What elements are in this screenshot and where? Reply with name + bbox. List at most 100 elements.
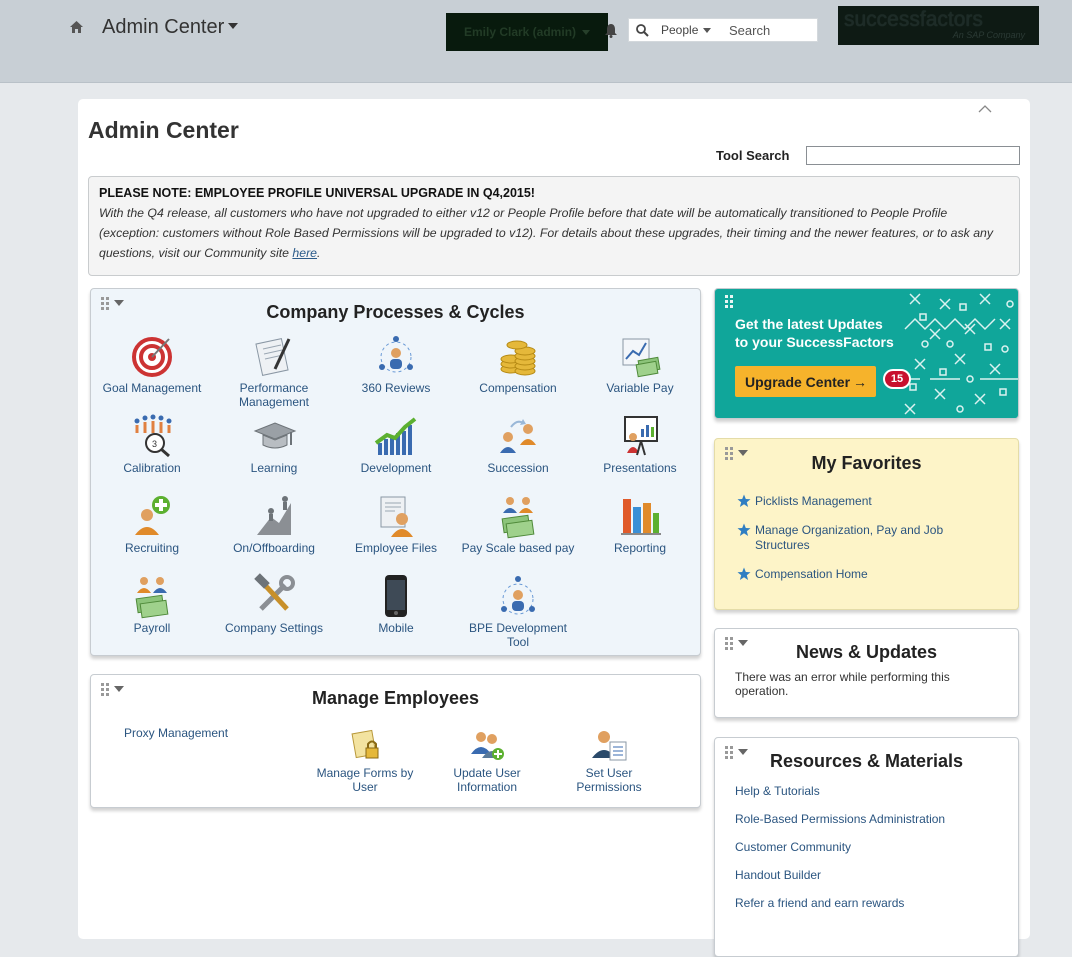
bpe-development-tool-item[interactable]: BPE Development Tool <box>457 573 579 649</box>
graduation-cap-icon <box>253 422 297 449</box>
bell-icon[interactable] <box>604 23 618 38</box>
compensation-item[interactable]: Compensation <box>457 333 579 395</box>
tool-search-label: Tool Search <box>716 148 790 163</box>
succession-item[interactable]: Succession <box>457 413 579 475</box>
coins-icon <box>500 340 536 376</box>
proc-label: Recruiting <box>124 541 180 555</box>
top-header: Admin Center Emily Clark (admin) People … <box>0 0 1072 83</box>
mobile-phone-icon <box>385 575 407 617</box>
proc-label: Compensation <box>479 381 557 395</box>
svg-text:3: 3 <box>152 439 157 449</box>
upgrade-center-banner: Get the latest Updates to your SuccessFa… <box>714 288 1019 419</box>
search-icon[interactable] <box>636 24 649 37</box>
people-circle-icon <box>379 336 413 373</box>
chevron-up-icon[interactable] <box>978 104 992 114</box>
target-icon <box>132 337 172 377</box>
presentations-item[interactable]: Presentations <box>579 413 701 475</box>
main-panel: Admin Center Tool Search PLEASE NOTE: EM… <box>78 99 1030 957</box>
search-box: People <box>628 18 818 42</box>
user-permissions-icon <box>592 731 627 761</box>
search-scope-label: People <box>661 23 699 37</box>
recruiting-item[interactable]: Recruiting <box>91 493 213 555</box>
handout-builder-link[interactable]: Handout Builder <box>735 868 821 882</box>
mobile-item[interactable]: Mobile <box>335 573 457 635</box>
rbp-administration-link[interactable]: Role-Based Permissions Administration <box>735 812 945 826</box>
help-tutorials-link[interactable]: Help & Tutorials <box>735 784 820 798</box>
community-site-link[interactable]: here <box>292 246 317 260</box>
user-menu[interactable]: Emily Clark (admin) <box>446 13 608 51</box>
upgrade-center-button[interactable]: Upgrade Center → <box>735 366 876 397</box>
pay-scale-item[interactable]: Pay Scale based pay <box>457 493 579 555</box>
onoffboarding-item[interactable]: On/Offboarding <box>213 493 335 555</box>
goal-management-item[interactable]: Goal Management <box>91 333 213 395</box>
notice-body: With the Q4 release, all customers who h… <box>99 206 993 260</box>
payroll-icon <box>135 577 169 619</box>
proc-label: Presentations <box>603 461 677 475</box>
employee-files-item[interactable]: Employee Files <box>335 493 457 555</box>
document-pen-icon <box>255 338 291 376</box>
learning-item[interactable]: Learning <box>213 413 335 475</box>
user-name: Emily Clark (admin) <box>463 25 577 39</box>
proc-label: On/Offboarding <box>233 541 315 555</box>
emp-label: Update User Information <box>453 766 521 794</box>
360-reviews-item[interactable]: 360 Reviews <box>335 333 457 395</box>
favorite-label: Picklists Management <box>755 494 872 508</box>
tools-icon <box>254 573 295 611</box>
news-error-message: There was an error while performing this… <box>735 670 950 698</box>
upgrade-line-1: Get the latest Updates <box>735 316 883 332</box>
home-icon[interactable] <box>68 19 85 36</box>
performance-management-item[interactable]: Performance Management <box>213 333 335 409</box>
tool-search-input[interactable] <box>806 146 1020 165</box>
manage-employees-tile: Manage Employees Proxy Management Manage… <box>90 674 701 808</box>
favorite-label: Manage Organization, Pay and Job Structu… <box>755 523 944 552</box>
customer-community-link[interactable]: Customer Community <box>735 840 851 854</box>
proc-label: Mobile <box>378 621 414 635</box>
arrow-right-icon: → <box>853 373 868 390</box>
growth-chart-icon <box>374 417 417 455</box>
add-person-icon <box>135 496 170 535</box>
refer-friend-link[interactable]: Refer a friend and earn rewards <box>735 896 904 910</box>
star-icon <box>737 567 751 580</box>
chevron-down-icon <box>228 22 239 29</box>
favorite-compensation-home[interactable]: Compensation Home <box>737 567 997 582</box>
calibration-item[interactable]: 3 Calibration <box>91 413 213 475</box>
proc-label: Employee Files <box>354 541 438 555</box>
upgrade-count-badge: 15 <box>883 369 911 389</box>
development-item[interactable]: Development <box>335 413 457 475</box>
proc-label: Pay Scale based pay <box>461 541 575 555</box>
manage-employees-title: Manage Employees <box>311 688 480 708</box>
proc-label: 360 Reviews <box>361 381 431 395</box>
payroll-item[interactable]: Payroll <box>91 573 213 635</box>
reporting-item[interactable]: Reporting <box>579 493 701 555</box>
company-processes-tile: Company Processes & Cycles Goal Manageme… <box>90 288 701 656</box>
news-title: News & Updates <box>795 642 938 662</box>
favorite-picklists-management[interactable]: Picklists Management <box>737 494 997 509</box>
chart-money-icon <box>622 338 661 378</box>
update-user-information-item[interactable]: Update User Information <box>432 726 542 794</box>
proc-label: Development <box>360 461 432 475</box>
proc-label: Reporting <box>613 541 667 555</box>
search-scope-dropdown[interactable]: People <box>661 23 712 37</box>
set-user-permissions-item[interactable]: Set User Permissions <box>554 726 664 794</box>
company-logo[interactable]: successfactors An SAP Company <box>838 6 1039 45</box>
logo-brand: successfactors <box>844 8 983 31</box>
favorite-manage-organization[interactable]: Manage Organization, Pay and Job Structu… <box>737 523 997 553</box>
proxy-management-link[interactable]: Proxy Management <box>124 726 228 740</box>
locked-form-icon <box>351 729 379 759</box>
employee-file-icon <box>380 496 413 537</box>
calibration-icon: 3 <box>134 414 172 458</box>
app-title-menu[interactable]: Admin Center <box>102 16 239 39</box>
proc-label: Succession <box>487 461 549 475</box>
star-icon <box>737 523 751 536</box>
pay-scale-icon <box>501 497 535 539</box>
manage-forms-by-user-item[interactable]: Manage Forms by User <box>310 726 420 794</box>
proc-label: Learning <box>250 461 298 475</box>
drag-handle-icon[interactable] <box>725 295 751 309</box>
emp-label: Manage Forms by User <box>316 766 414 794</box>
emp-label: Set User Permissions <box>576 766 642 794</box>
proc-label: Calibration <box>123 461 181 475</box>
company-settings-item[interactable]: Company Settings <box>213 573 335 635</box>
search-input[interactable] <box>727 21 815 40</box>
variable-pay-item[interactable]: Variable Pay <box>579 333 701 395</box>
proc-label: Performance Management <box>238 381 310 409</box>
